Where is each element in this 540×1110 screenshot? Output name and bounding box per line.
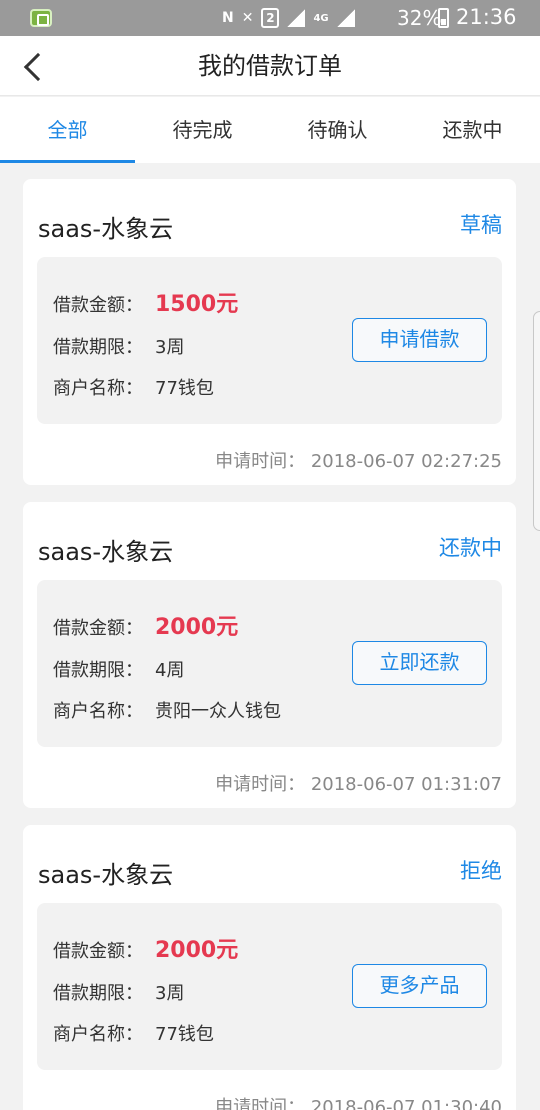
merchant-value: 77钱包 [155,378,214,399]
apply-time-label: 申请时间： [215,1097,306,1110]
amount-row: 借款金额： 2000元 [53,932,238,964]
merchant-row: 商户名称： 77钱包 [53,374,214,400]
clock: 21:36 [456,5,517,29]
page-title: 我的借款订单 [198,52,342,80]
signal-icon-2 [336,9,355,27]
tab-pending[interactable]: 待完成 [135,97,270,163]
tab-to-confirm[interactable]: 待确认 [270,97,405,163]
order-info-box: 借款金额： 1500元 借款期限： 3周 商户名称： 77钱包 申请借款 [37,257,502,424]
tab-repaying[interactable]: 还款中 [405,97,540,163]
network-type-label: 4G [313,12,329,24]
mute-icon: ✕ [241,10,254,26]
term-label: 借款期限： [53,660,143,681]
term-value: 4周 [155,660,185,681]
order-status: 拒绝 [460,859,502,883]
order-info-box: 借款金额： 2000元 借款期限： 3周 商户名称： 77钱包 更多产品 [37,903,502,1070]
more-products-button[interactable]: 更多产品 [352,964,487,1008]
apply-time-value: 2018-06-07 01:30:40 [310,1097,502,1110]
order-card[interactable]: saas-水象云 拒绝 借款金额： 2000元 借款期限： 3周 商户名称： 77钱包… [23,825,516,1110]
order-status: 还款中 [439,536,502,560]
order-title: saas-水象云 [38,861,174,889]
apply-time: 申请时间： 2018-06-07 01:31:07 [215,770,502,796]
term-label: 借款期限： [53,337,143,358]
apply-time-value: 2018-06-07 02:27:25 [310,451,502,472]
order-card[interactable]: saas-水象云 草稿 借款金额： 1500元 借款期限： 3周 商户名称： 77钱包… [23,179,516,485]
sim-badge-icon: 2 [261,8,280,28]
amount-label: 借款金额： [53,941,143,962]
merchant-row: 商户名称： 77钱包 [53,1020,214,1046]
apply-time-label: 申请时间： [215,774,306,795]
term-row: 借款期限： 3周 [53,979,184,1005]
term-value: 3周 [155,983,185,1004]
amount-value: 2000元 [155,615,239,640]
order-card[interactable]: saas-水象云 还款中 借款金额： 2000元 借款期限： 4周 商户名称： 贵阳一… [23,502,516,808]
merchant-label: 商户名称： [53,701,143,722]
nfc-icon: N [222,10,234,26]
merchant-label: 商户名称： [53,1024,143,1045]
merchant-row: 商户名称： 贵阳一众人钱包 [53,697,281,723]
amount-label: 借款金额： [53,618,143,639]
term-row: 借款期限： 3周 [53,333,184,359]
amount-row: 借款金额： 2000元 [53,609,238,641]
side-panel-handle[interactable] [533,311,540,531]
status-bar: N ✕ 2 4G 32% 21:36 [0,0,540,36]
app-header: 我的借款订单 [0,36,540,96]
term-label: 借款期限： [53,983,143,1004]
app-notification-icon [30,9,52,27]
amount-value: 1500元 [155,292,239,317]
merchant-value: 77钱包 [155,1024,214,1045]
status-icons: N ✕ 2 4G [222,7,355,29]
amount-label: 借款金额： [53,295,143,316]
term-value: 3周 [155,337,185,358]
battery-percent: 32% [397,6,442,30]
term-row: 借款期限： 4周 [53,656,184,682]
repay-now-button[interactable]: 立即还款 [352,641,487,685]
tab-all[interactable]: 全部 [0,97,135,163]
order-info-box: 借款金额： 2000元 借款期限： 4周 商户名称： 贵阳一众人钱包 立即还款 [37,580,502,747]
order-status: 草稿 [460,213,502,237]
amount-row: 借款金额： 1500元 [53,286,238,318]
merchant-value: 贵阳一众人钱包 [155,701,281,722]
apply-time-label: 申请时间： [215,451,306,472]
apply-time: 申请时间： 2018-06-07 01:30:40 [215,1093,502,1110]
back-arrow-icon[interactable] [12,42,56,90]
order-tabs: 全部 待完成 待确认 还款中 [0,97,540,163]
merchant-label: 商户名称： [53,378,143,399]
apply-time: 申请时间： 2018-06-07 02:27:25 [215,447,502,473]
apply-loan-button[interactable]: 申请借款 [352,318,487,362]
order-title: saas-水象云 [38,215,174,243]
battery-icon [438,8,449,28]
amount-value: 2000元 [155,938,239,963]
apply-time-value: 2018-06-07 01:31:07 [310,774,502,795]
order-title: saas-水象云 [38,538,174,566]
signal-icon [287,9,306,27]
